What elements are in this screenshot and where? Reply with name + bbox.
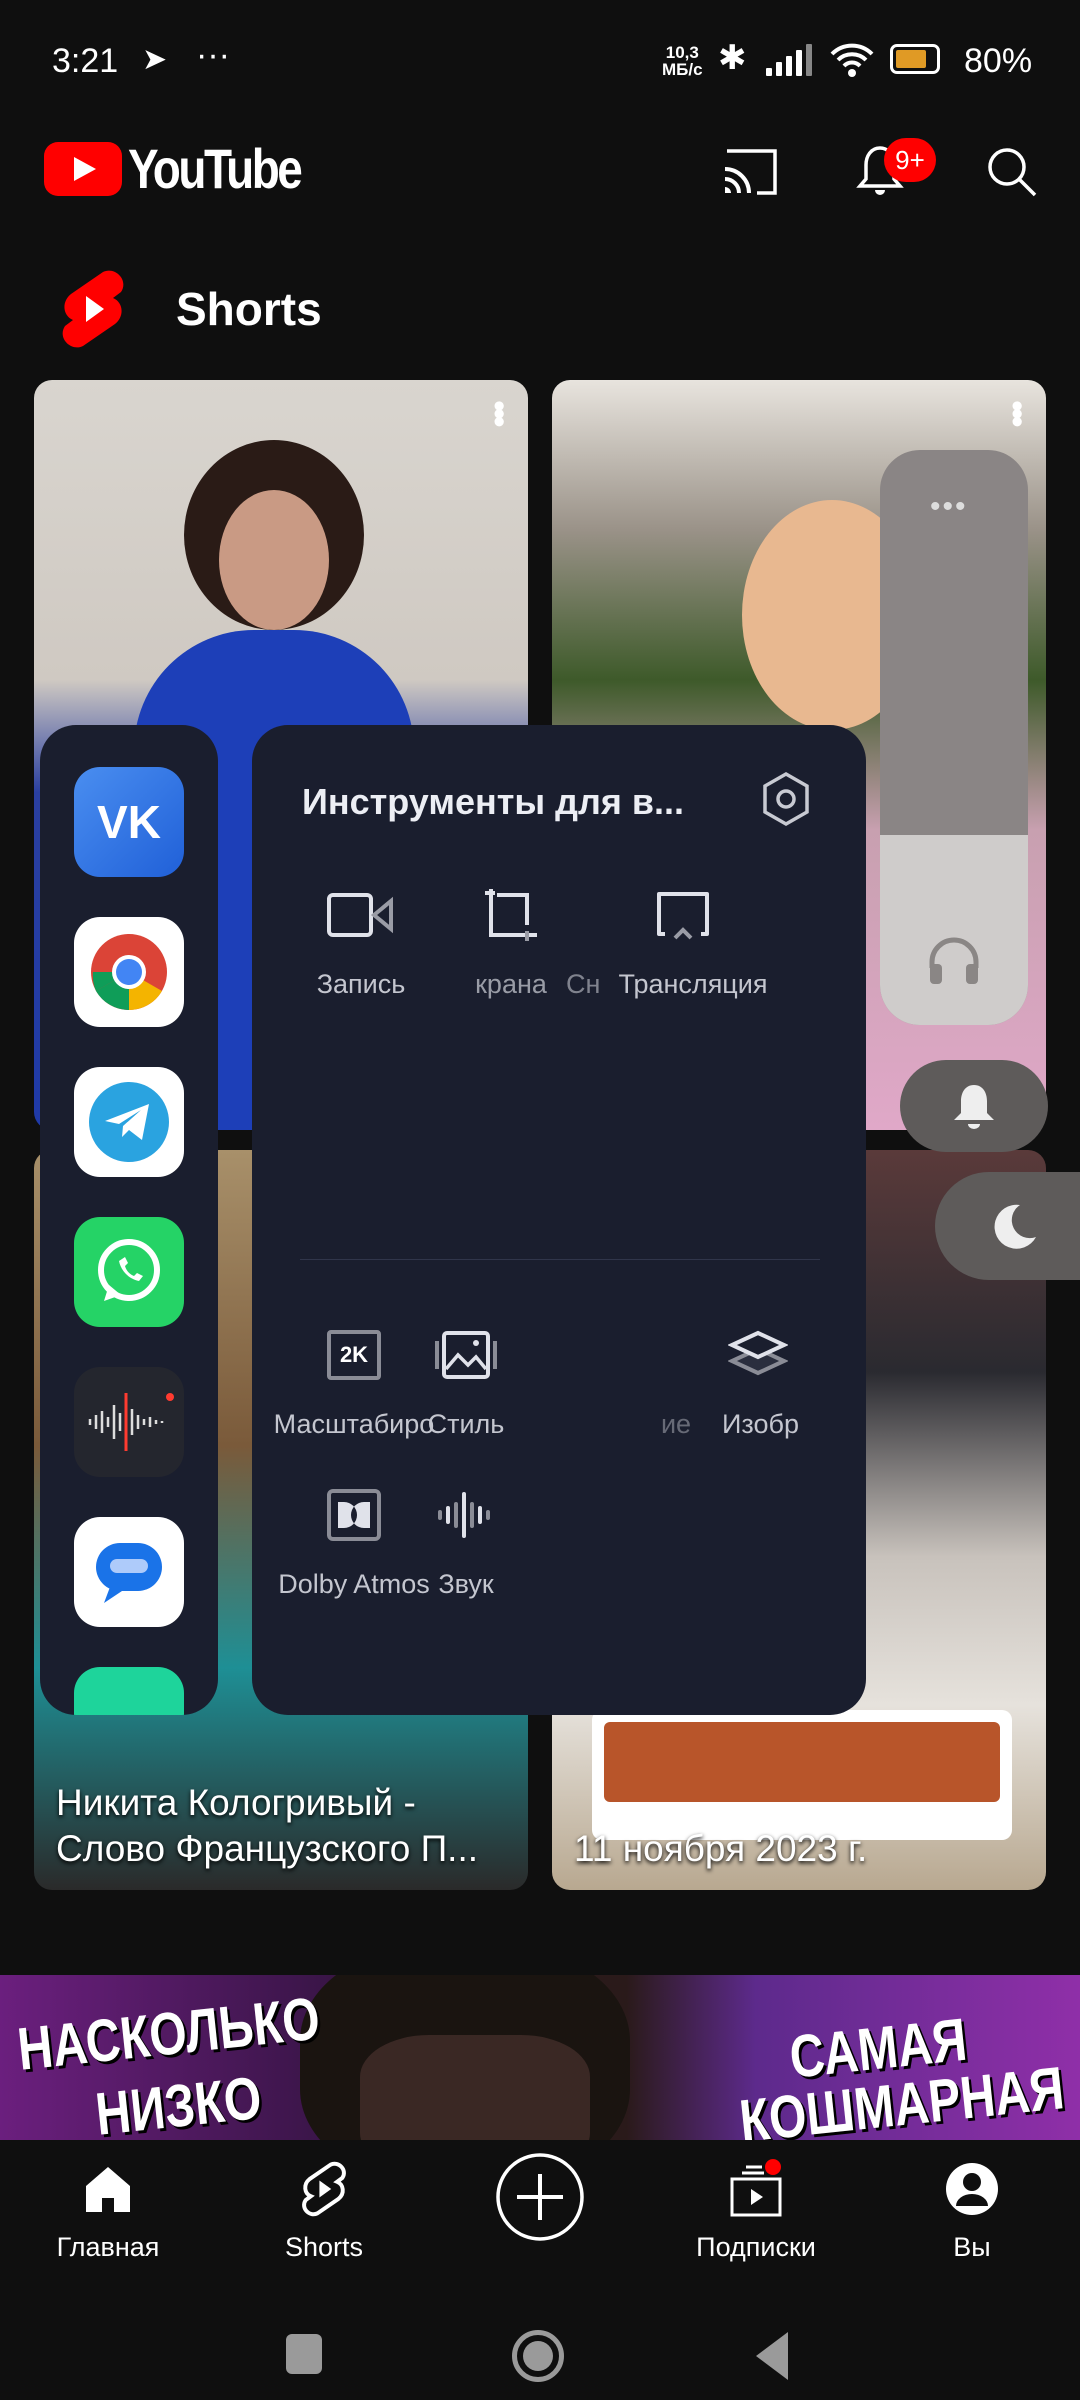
notification-badge: 9+ — [884, 138, 936, 182]
video-record-icon — [276, 875, 446, 955]
signal-icon — [766, 44, 812, 76]
video-tools-panel: Инструменты для в... Запись крана Сн Тра… — [252, 725, 866, 1715]
image-style-icon — [416, 1315, 516, 1395]
account-icon — [882, 2154, 1062, 2224]
short-title: 11 ноября 2023 г. — [574, 1828, 868, 1869]
thumbnail-face — [219, 490, 329, 630]
banner-text: НАСКОЛЬКО — [14, 1984, 323, 2083]
shorts-icon — [234, 2154, 414, 2224]
nav-subscriptions[interactable]: Подписки — [666, 2154, 846, 2263]
tool-label: Масштабиро — [273, 1409, 435, 1439]
create-icon — [450, 2153, 630, 2241]
wifi-icon — [828, 40, 876, 88]
tool-label: крана — [475, 969, 547, 999]
nav-label: Подписки — [696, 2232, 816, 2262]
volume-slider[interactable]: ••• — [880, 450, 1028, 1025]
tool-label: Звук — [438, 1569, 494, 1599]
short-title: Никита Кологривый - Слово Французского П… — [56, 1782, 479, 1869]
system-navigation-bar — [0, 2280, 1080, 2400]
tool-label: Трансляция — [618, 969, 768, 999]
settings-icon[interactable] — [760, 771, 812, 832]
whatsapp-app-icon[interactable] — [74, 1217, 184, 1327]
floating-apps-sidebar: VK — [40, 725, 218, 1715]
home-button[interactable] — [512, 2330, 564, 2382]
ringer-mode-button[interactable] — [900, 1060, 1048, 1152]
nav-label: Вы — [953, 2232, 991, 2262]
partial-app-icon[interactable] — [74, 1667, 184, 1715]
thumbnail-face — [360, 2035, 590, 2140]
telegram-notification-icon: ➤ — [142, 43, 168, 76]
moon-icon — [994, 1204, 1036, 1249]
status-bar: 3:21 ➤ ··· 10,3 МБ/с ✱ 80% — [0, 30, 1080, 95]
do-not-disturb-button[interactable] — [935, 1172, 1080, 1280]
search-icon[interactable] — [980, 140, 1044, 204]
recorder-app-icon[interactable] — [74, 1367, 184, 1477]
banner-text: НИЗКО — [92, 2063, 265, 2140]
shorts-section-title: Shorts — [176, 283, 322, 335]
bell-icon — [954, 1085, 994, 1129]
chrome-app-icon[interactable] — [74, 917, 184, 1027]
divider — [300, 1259, 820, 1260]
tool-label: Запись — [316, 969, 406, 999]
tool-label: Dolby Atmos — [278, 1569, 430, 1599]
video-thumbnail-banner[interactable]: НАСКОЛЬКО НИЗКО САМАЯ КОШМАРНАЯ — [0, 1975, 1080, 2140]
tool-faded[interactable]: ие — [646, 1315, 706, 1440]
telegram-app-icon[interactable] — [74, 1067, 184, 1177]
vk-logo-text: VK — [97, 796, 161, 848]
clock: 3:21 — [52, 42, 119, 80]
headphones-icon — [926, 934, 982, 991]
nav-label: Главная — [56, 2232, 160, 2262]
tool-screen-record[interactable]: Запись — [276, 875, 446, 1000]
tool-image-style[interactable]: Стиль — [416, 1315, 516, 1440]
more-options-icon[interactable]: ••• — [998, 400, 1036, 424]
tool-image[interactable]: Изобр — [722, 1315, 832, 1440]
nav-create[interactable] — [450, 2153, 630, 2241]
tool-label: ие — [660, 1409, 692, 1439]
cast-screen-icon — [568, 875, 798, 955]
battery-percent: 80% — [964, 42, 1033, 80]
battery-icon — [890, 44, 940, 74]
tool-label: Изобр — [722, 1409, 799, 1439]
home-icon — [18, 2154, 198, 2224]
tool-label: Стиль — [427, 1409, 505, 1439]
tool-cast[interactable]: Трансляция — [568, 875, 798, 1000]
speed-unit: МБ/с — [662, 60, 703, 79]
messages-app-icon[interactable] — [74, 1517, 184, 1627]
volume-fill — [880, 835, 1028, 1025]
app-name[interactable]: YouTube — [128, 136, 303, 201]
back-button[interactable] — [756, 2332, 788, 2380]
bottom-navigation: Главная Shorts Подписки Вы — [0, 2140, 1080, 2280]
tools-panel-title: Инструменты для в... — [302, 781, 684, 822]
more-options-icon[interactable]: ••• — [480, 400, 518, 424]
cast-icon[interactable] — [718, 140, 782, 204]
layers-icon — [722, 1315, 832, 1395]
nav-label: Shorts — [284, 2232, 364, 2262]
network-speed: 10,3 МБ/с — [662, 44, 703, 78]
sound-wave-icon — [416, 1475, 516, 1555]
more-notifications-icon: ··· — [196, 36, 230, 74]
more-options-icon[interactable]: ••• — [930, 490, 968, 524]
thumbnail-food — [592, 1710, 1012, 1840]
subscriptions-icon — [666, 2154, 846, 2224]
tool-sound[interactable]: Звук — [416, 1475, 516, 1600]
2k-text: 2K — [327, 1330, 381, 1380]
nav-you[interactable]: Вы — [882, 2154, 1062, 2263]
nav-home[interactable]: Главная — [18, 2154, 198, 2263]
youtube-logo-icon[interactable] — [44, 142, 122, 196]
shorts-logo-icon — [58, 268, 128, 350]
nav-shorts[interactable]: Shorts — [234, 2154, 414, 2263]
bluetooth-icon: ✱ — [718, 39, 747, 77]
speed-value: 10,3 — [665, 43, 699, 62]
recents-button[interactable] — [286, 2334, 322, 2374]
faded-icon — [646, 1315, 706, 1395]
vk-app-icon[interactable]: VK — [74, 767, 184, 877]
